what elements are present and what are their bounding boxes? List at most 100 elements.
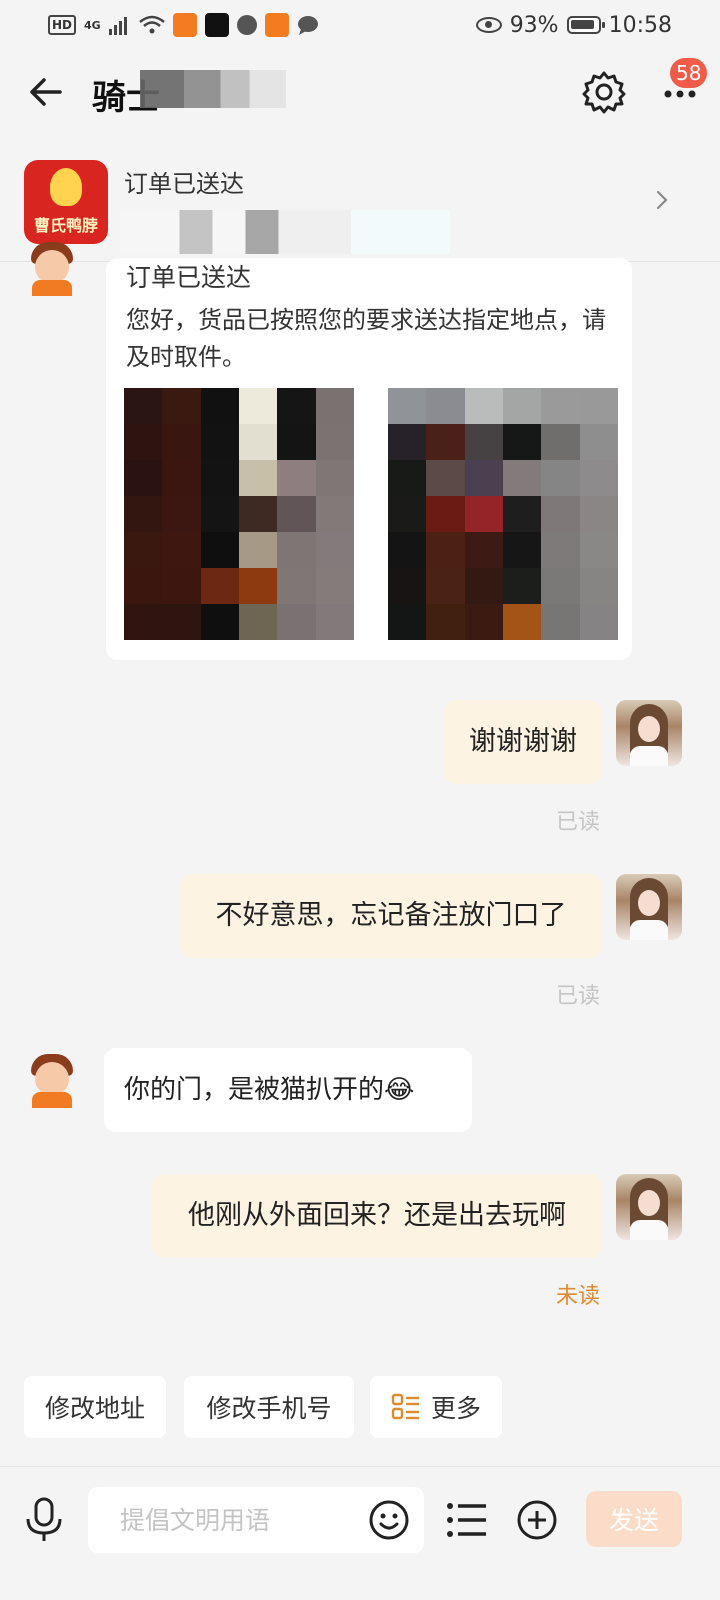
mosaic-cell: [124, 388, 163, 424]
rider-avatar[interactable]: [22, 236, 82, 296]
input-bar: 发送: [0, 1466, 720, 1600]
user-avatar[interactable]: [616, 874, 682, 940]
mosaic-cell: [200, 388, 239, 424]
delivery-body: 您好，货品已按照您的要求送达指定地点，请及时取件。: [126, 306, 606, 371]
delivery-title: 订单已送达: [126, 263, 252, 292]
list-icon: [391, 1393, 419, 1420]
mosaic-cell: [388, 460, 427, 496]
plus-circle-icon[interactable]: [516, 1499, 558, 1541]
mosaic-cell: [426, 460, 465, 496]
order-card[interactable]: 曹氏鸭脖 订单已送达: [0, 142, 720, 262]
mosaic-cell: [502, 568, 542, 604]
mosaic-cell: [541, 424, 580, 460]
signal-label: 4G: [84, 18, 101, 32]
redacted-name-mosaic: [140, 70, 286, 108]
mosaic-cell: [502, 460, 542, 496]
phrase-list-icon[interactable]: [446, 1501, 488, 1539]
mosaic-cell: [124, 460, 163, 496]
rider-avatar[interactable]: [22, 1048, 82, 1108]
mosaic-cell: [388, 496, 427, 532]
duck-logo-icon: [50, 168, 82, 206]
mosaic-cell: [579, 424, 618, 460]
outgoing-message[interactable]: 不好意思，忘记备注放门口了: [180, 874, 602, 958]
change-address-button[interactable]: 修改地址: [24, 1376, 166, 1438]
delivery-photo[interactable]: [388, 388, 618, 640]
signal-icon: [108, 17, 127, 35]
mosaic-cell: [277, 460, 316, 496]
mosaic-cell: [579, 604, 618, 640]
outgoing-message[interactable]: 他刚从外面回来？还是出去玩啊: [152, 1174, 602, 1258]
eye-comfort-icon: [475, 17, 502, 33]
mosaic-cell: [388, 604, 427, 640]
mosaic-cell: [200, 460, 239, 496]
mosaic-cell: [426, 604, 465, 640]
microphone-icon[interactable]: [24, 1497, 64, 1543]
user-avatar[interactable]: [616, 700, 682, 766]
mosaic-cell: [315, 604, 354, 640]
mosaic-cell: [315, 388, 354, 424]
notification-badge: 58: [670, 58, 708, 88]
back-arrow-icon[interactable]: [26, 70, 70, 114]
mosaic-cell: [388, 568, 427, 604]
tiktok-icon: [204, 13, 229, 37]
mosaic-cell: [426, 568, 465, 604]
mosaic-cell: [426, 388, 465, 424]
mosaic-cell: [124, 496, 163, 532]
chat-header: 骑士 58: [0, 50, 720, 134]
mosaic-cell: [315, 424, 354, 460]
incoming-message[interactable]: 你的门，是被猫扒开的😂: [104, 1048, 472, 1132]
battery-percent: 93%: [509, 12, 559, 38]
mosaic-cell: [238, 496, 278, 532]
mosaic-cell: [162, 568, 201, 604]
status-bar: HD 4G 93% 10:58: [0, 0, 720, 50]
shop-logo-mark: 曹氏鸭脖: [33, 216, 98, 235]
mosaic-cell: [162, 424, 201, 460]
chevron-right-icon[interactable]: [650, 188, 674, 212]
mosaic-cell: [124, 568, 163, 604]
more-button[interactable]: 更多: [370, 1376, 502, 1438]
mosaic-cell: [238, 424, 278, 460]
mosaic-cell: [238, 460, 278, 496]
delivery-message-card[interactable]: 订单已送达 您好，货品已按照您的要求送达指定地点，请及时取件。: [106, 258, 632, 660]
mosaic-cell: [162, 388, 201, 424]
mosaic-cell: [238, 604, 278, 640]
mosaic-cell: [579, 496, 618, 532]
mosaic-cell: [464, 568, 503, 604]
hd-icon: HD: [48, 15, 77, 35]
mosaic-cell: [464, 496, 503, 532]
mosaic-cell: [388, 532, 427, 568]
mosaic-cell: [464, 604, 503, 640]
mosaic-cell: [238, 568, 278, 604]
clock-time: 10:58: [608, 12, 672, 38]
mosaic-cell: [426, 496, 465, 532]
more-label: 更多: [430, 1394, 481, 1423]
mosaic-cell: [277, 496, 316, 532]
gear-icon[interactable]: [582, 70, 626, 114]
mosaic-cell: [315, 568, 354, 604]
app-notification-icon: [172, 13, 197, 37]
change-address-label: 修改地址: [44, 1394, 145, 1423]
mosaic-cell: [277, 388, 316, 424]
mosaic-cell: [277, 604, 316, 640]
change-phone-label: 修改手机号: [206, 1394, 332, 1423]
wifi-icon: [138, 15, 165, 34]
send-button[interactable]: 发送: [586, 1491, 682, 1547]
delivery-photo[interactable]: [124, 388, 354, 640]
quick-reply-bar: 修改地址 修改手机号 更多: [0, 1372, 720, 1444]
mosaic-cell: [541, 568, 580, 604]
read-status: 已读: [556, 984, 601, 1009]
mosaic-cell: [124, 424, 163, 460]
outgoing-message[interactable]: 谢谢谢谢: [444, 700, 602, 784]
mosaic-cell: [464, 460, 503, 496]
mosaic-cell: [200, 532, 239, 568]
mosaic-cell: [162, 532, 201, 568]
mosaic-cell: [541, 460, 580, 496]
chat-bubble-icon: [297, 16, 318, 35]
mosaic-cell: [464, 388, 503, 424]
emoji-icon[interactable]: [368, 1499, 410, 1541]
user-avatar[interactable]: [616, 1174, 682, 1240]
mosaic-cell: [502, 496, 542, 532]
mosaic-cell: [162, 604, 201, 640]
mosaic-cell: [464, 424, 503, 460]
change-phone-button[interactable]: 修改手机号: [184, 1376, 354, 1438]
